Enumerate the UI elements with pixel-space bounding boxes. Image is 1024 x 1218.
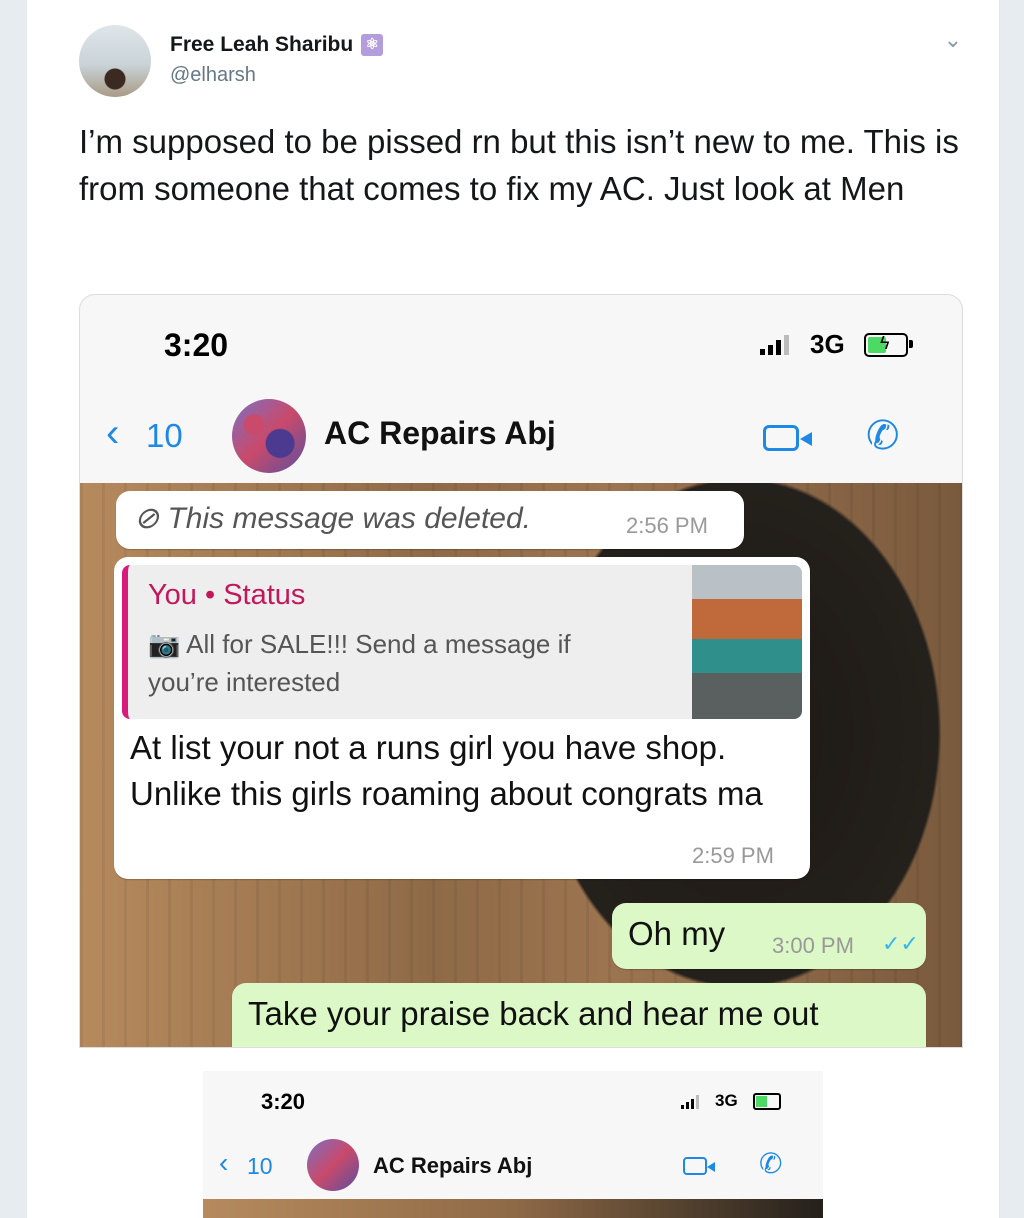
contact-avatar bbox=[307, 1139, 359, 1191]
author-display-name[interactable]: Free Leah Sharibu bbox=[170, 33, 353, 57]
quote-body: 📷 All for SALE!!! Send a message if you’… bbox=[148, 625, 608, 701]
tweet-media-screenshot-2[interactable]: 3:20 3G ‹ 10 AC Repairs Abj ✆ bbox=[203, 1071, 823, 1218]
chevron-down-icon[interactable]: ⌄ bbox=[941, 28, 965, 52]
video-call-icon bbox=[763, 425, 812, 451]
author-name-row[interactable]: Free Leah Sharibu ⚛ bbox=[170, 33, 384, 57]
message-time: 3:00 PM bbox=[772, 933, 854, 958]
deleted-message-bubble: ⊘ This message was deleted. 2:56 PM bbox=[116, 491, 744, 549]
contact-name: AC Repairs Abj bbox=[324, 415, 556, 451]
signal-icon bbox=[681, 1095, 699, 1109]
tweet-text: I’m supposed to be pissed rn but this is… bbox=[79, 123, 959, 207]
tweet-card: Free Leah Sharibu ⚛ @elharsh ⌄ I’m suppo… bbox=[26, 0, 1000, 1218]
back-count: 10 bbox=[146, 417, 183, 454]
quote-title: You • Status bbox=[148, 579, 306, 611]
tweet-media-screenshot[interactable]: 3:20 3G ϟ ‹ 10 AC Repairs Abj ✆ ⊘ This m… bbox=[79, 294, 963, 1048]
status-thumbnail bbox=[692, 565, 802, 719]
outgoing-message-bubble: Oh my 3:00 PM ✓✓ bbox=[612, 903, 926, 969]
phone-call-icon: ✆ bbox=[759, 1148, 783, 1179]
phone-status-bar: 3:20 3G ϟ bbox=[80, 295, 962, 395]
chat-header: ‹ 10 AC Repairs Abj ✆ bbox=[80, 395, 962, 483]
network-label: 3G bbox=[715, 1091, 738, 1110]
message-text: At list your not a runs girl you have sh… bbox=[130, 729, 763, 812]
author-handle[interactable]: @elharsh bbox=[170, 64, 256, 87]
author-avatar[interactable] bbox=[79, 25, 151, 97]
message-time: 2:56 PM bbox=[626, 513, 708, 538]
contact-avatar bbox=[232, 399, 306, 473]
back-chevron-icon: ‹ bbox=[106, 411, 120, 455]
chat-wallpaper bbox=[203, 1199, 823, 1218]
atom-emoji-icon: ⚛ bbox=[361, 34, 384, 56]
status-time: 3:20 bbox=[261, 1089, 306, 1114]
message-text: Take your praise back and hear me out bbox=[248, 995, 819, 1032]
status-time: 3:20 bbox=[164, 327, 229, 363]
battery-icon bbox=[753, 1093, 781, 1110]
deleted-message-row: ⊘ This message was deleted. bbox=[134, 501, 531, 536]
chat-wallpaper: ⊘ This message was deleted. 2:56 PM You … bbox=[80, 483, 962, 1047]
deleted-message-text: This message was deleted. bbox=[167, 502, 531, 535]
phone-call-icon: ✆ bbox=[866, 414, 900, 458]
message-text: Oh my bbox=[628, 915, 726, 952]
back-count: 10 bbox=[247, 1153, 273, 1179]
quote-text: All for SALE!!! Send a message if you’re… bbox=[148, 629, 571, 697]
incoming-message-bubble: You • Status 📷 All for SALE!!! Send a me… bbox=[114, 557, 810, 879]
battery-icon: ϟ bbox=[864, 333, 913, 357]
network-label: 3G bbox=[810, 329, 845, 359]
status-reply-quote: You • Status 📷 All for SALE!!! Send a me… bbox=[122, 565, 802, 719]
camera-icon: 📷 bbox=[148, 629, 187, 659]
signal-icon bbox=[760, 333, 789, 355]
contact-name: AC Repairs Abj bbox=[373, 1153, 533, 1178]
video-call-icon bbox=[683, 1157, 715, 1175]
read-ticks-icon: ✓✓ bbox=[882, 931, 919, 956]
blocked-icon: ⊘ bbox=[134, 502, 168, 535]
outgoing-message-bubble: Take your praise back and hear me out bbox=[232, 983, 926, 1047]
message-time: 2:59 PM bbox=[692, 843, 774, 868]
back-chevron-icon: ‹ bbox=[219, 1147, 229, 1178]
